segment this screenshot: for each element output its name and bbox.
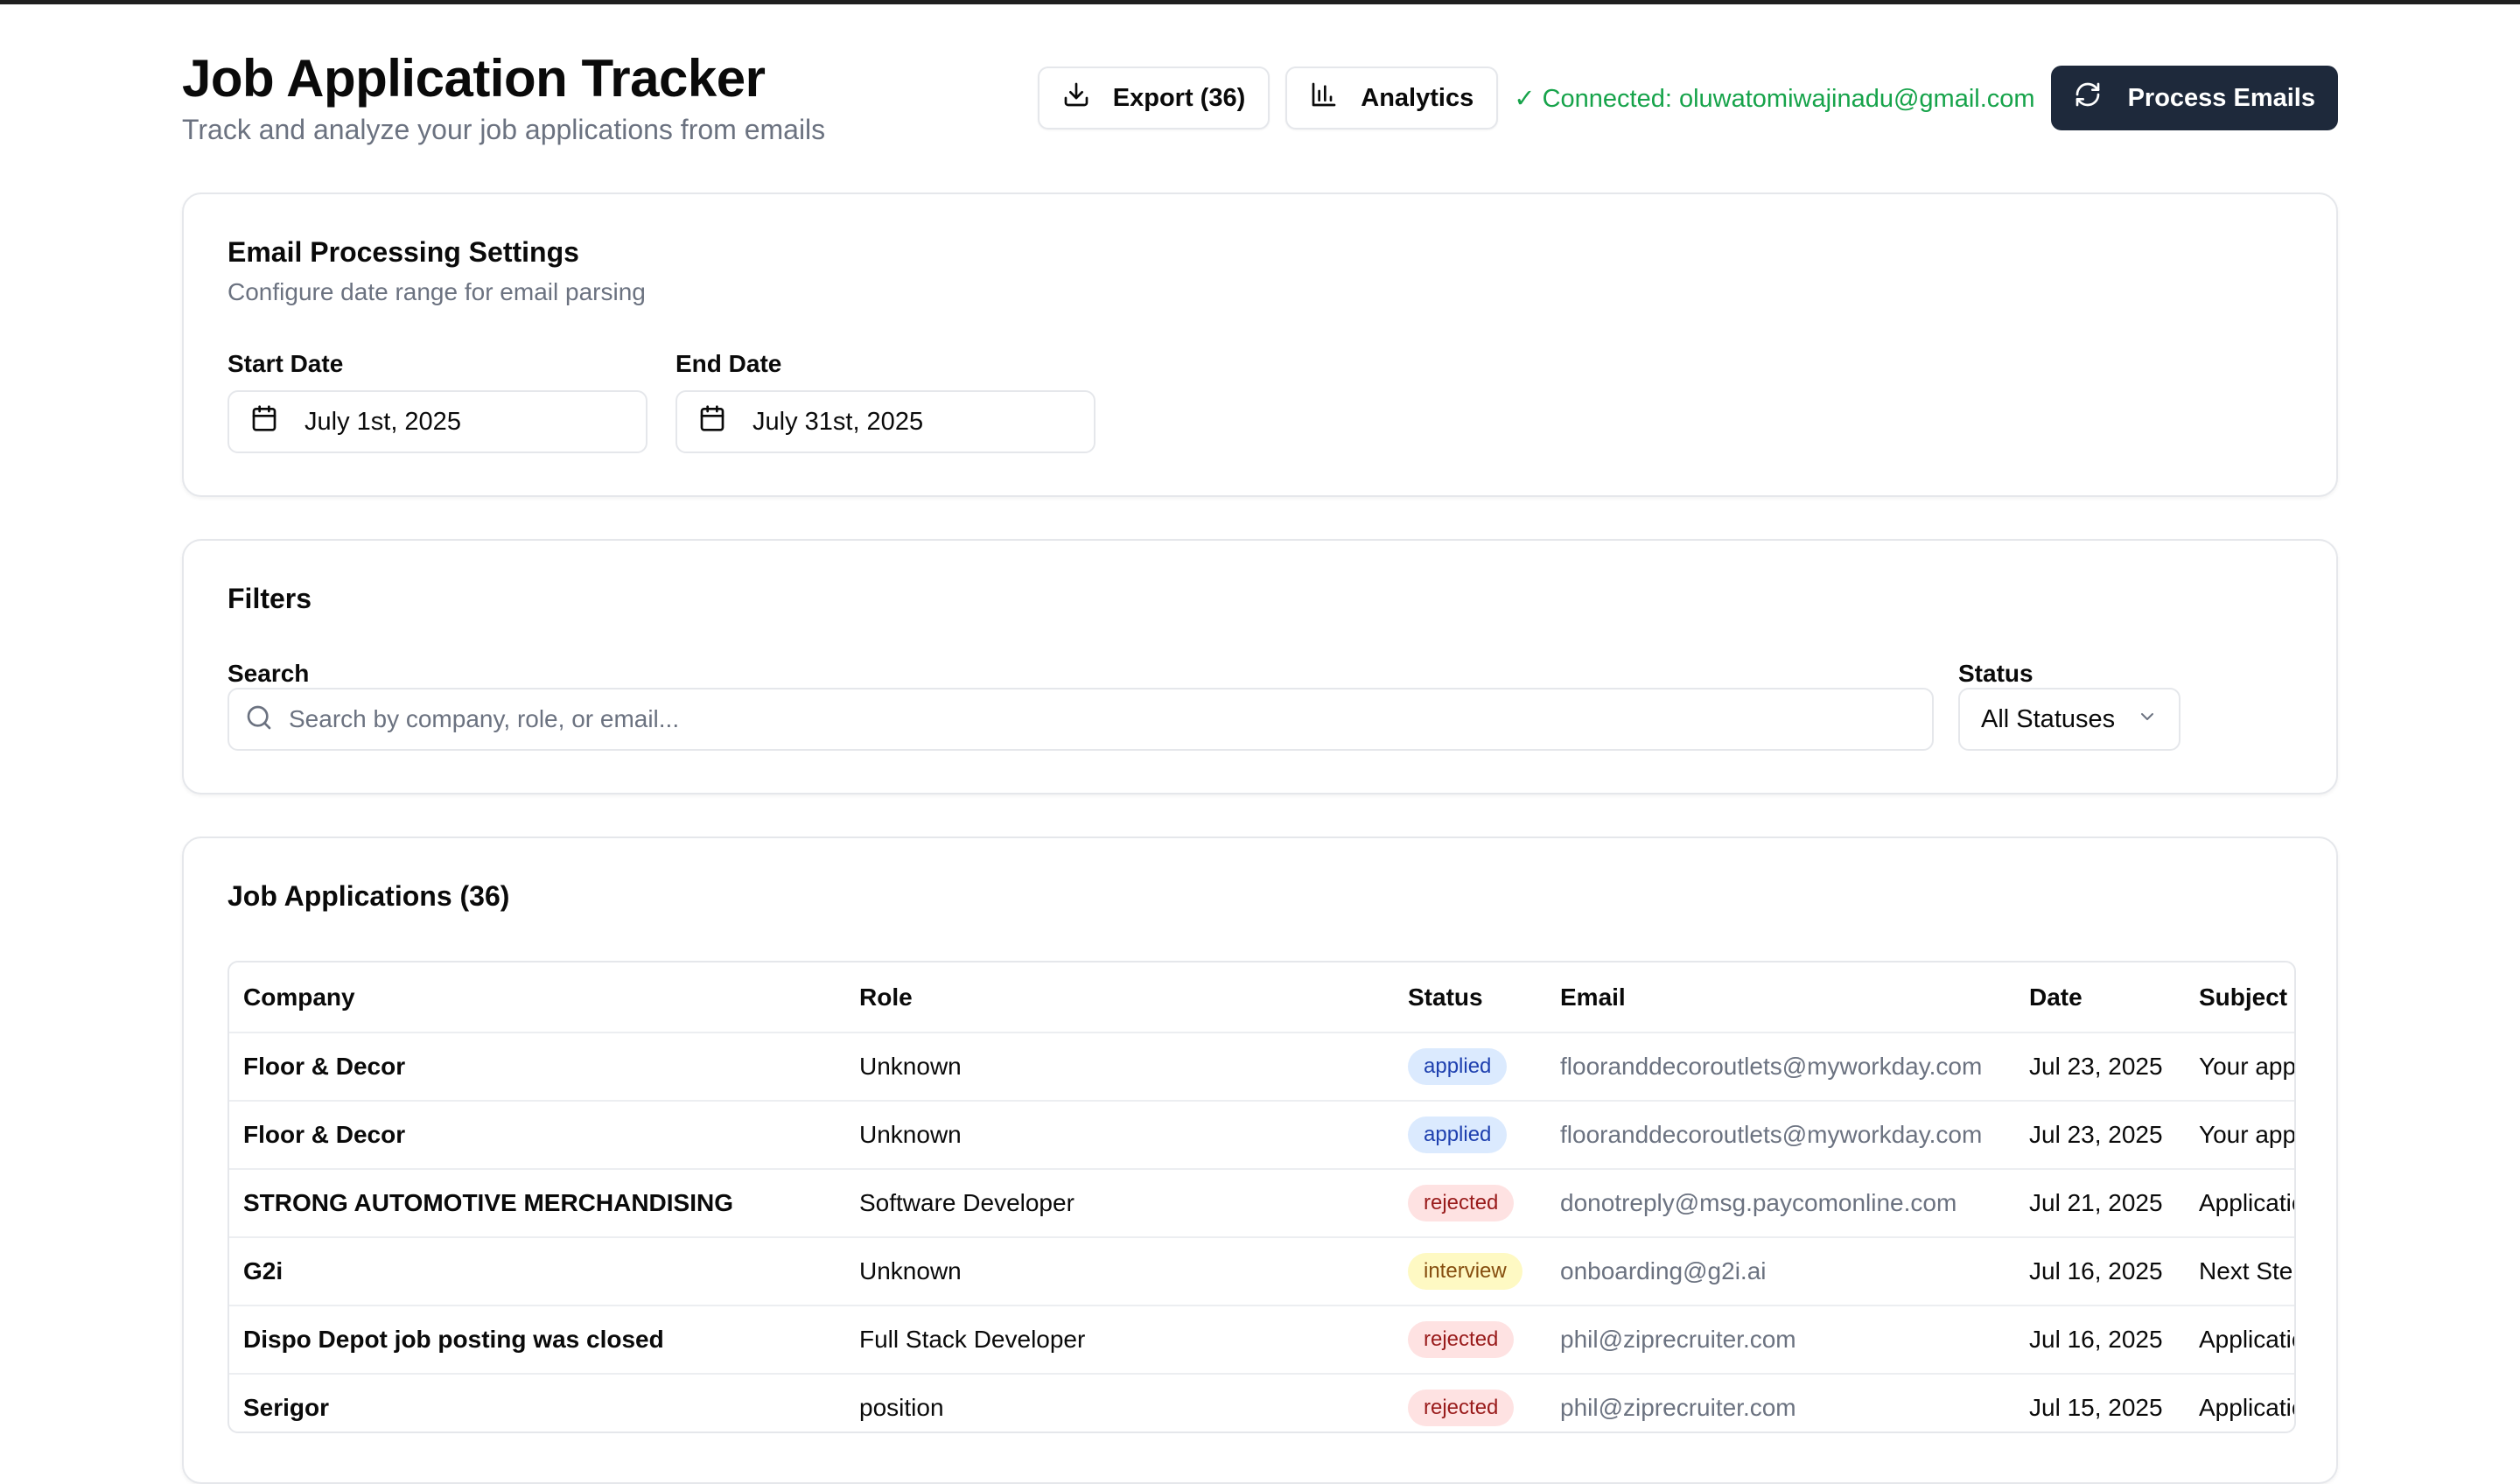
settings-description: Configure date range for email parsing [228,278,646,305]
table-row[interactable]: Floor & Decor Unknown applied floorandde… [229,1032,2294,1102]
cell-role: Software Developer [845,1169,1394,1238]
calendar-icon [698,404,726,439]
export-button[interactable]: Export (36) [1037,66,1270,130]
column-header-role[interactable]: Role [845,962,1394,1033]
calendar-icon [250,404,278,439]
cell-subject: Next Steps [2185,1237,2294,1306]
cell-role: Unknown [845,1237,1394,1306]
applications-table: Company Role Status Email Date Subject F… [229,962,2294,1432]
status-badge: interview [1408,1253,1522,1290]
cell-date: Jul 21, 2025 [2015,1169,2185,1238]
process-emails-button[interactable]: Process Emails [2050,66,2338,130]
bar-chart-icon [1310,80,1338,116]
cell-email: flooranddecoroutlets@myworkday.com [1546,1101,2015,1170]
cell-status: rejected [1394,1306,1546,1375]
table-row[interactable]: Floor & Decor Unknown applied floorandde… [229,1101,2294,1170]
end-date-picker[interactable]: July 31st, 2025 [676,390,1096,453]
cell-date: Jul 16, 2025 [2015,1237,2185,1306]
start-date-picker[interactable]: July 1st, 2025 [228,390,648,453]
status-badge: applied [1408,1048,1508,1085]
start-date-label: Start Date [228,350,344,377]
cell-role: Unknown [845,1032,1394,1102]
chevron-down-icon [2137,705,2158,734]
status-select-value: All Statuses [1981,704,2116,733]
status-badge: rejected [1408,1390,1515,1426]
status-badge: rejected [1408,1185,1515,1222]
cell-date: Jul 23, 2025 [2015,1101,2185,1170]
status-label: Status [1958,660,2034,687]
search-label: Search [228,660,310,687]
analytics-button[interactable]: Analytics [1285,66,1499,130]
cell-status: applied [1394,1101,1546,1170]
cell-company: Dispo Depot job posting was closed [229,1306,845,1375]
table-header-row: Company Role Status Email Date Subject [229,962,2294,1033]
cell-subject: Application [2185,1306,2294,1375]
applications-card: Job Applications (36) Company Role Statu… [182,836,2338,1484]
page: Job Application Tracker Track and analyz… [182,0,2338,1484]
cell-email: phil@ziprecruiter.com [1546,1374,2015,1432]
filters-card: Filters Search Status All Statuses [182,539,2338,794]
cell-date: Jul 23, 2025 [2015,1032,2185,1102]
search-field[interactable] [228,688,1934,751]
page-title: Job Application Tracker [182,49,766,108]
process-emails-label: Process Emails [2127,83,2315,112]
applications-table-container[interactable]: Company Role Status Email Date Subject F… [228,961,2296,1433]
filters-title: Filters [228,583,312,614]
column-header-status[interactable]: Status [1394,962,1546,1033]
search-icon [245,704,273,736]
cell-status: applied [1394,1032,1546,1102]
cell-company: Floor & Decor [229,1101,845,1170]
status-badge: rejected [1408,1321,1515,1358]
export-label: Export (36) [1112,83,1246,112]
applications-title: Job Applications (36) [228,880,510,912]
status-badge: applied [1408,1116,1508,1153]
analytics-label: Analytics [1361,83,1474,112]
end-date-value: July 31st, 2025 [752,407,924,436]
cell-date: Jul 16, 2025 [2015,1306,2185,1375]
page-subtitle: Track and analyze your job applications … [182,114,826,145]
cell-role: Full Stack Developer [845,1306,1394,1375]
refresh-icon [2074,80,2102,116]
cell-date: Jul 15, 2025 [2015,1374,2185,1432]
column-header-email[interactable]: Email [1546,962,2015,1033]
cell-company: STRONG AUTOMOTIVE MERCHANDISING [229,1169,845,1238]
table-row[interactable]: Serigor position rejected phil@ziprecrui… [229,1374,2294,1432]
status-select[interactable]: All Statuses [1958,688,2180,751]
connection-status: ✓ Connected: oluwatomiwajinadu@gmail.com [1514,84,2035,113]
cell-status: interview [1394,1237,1546,1306]
cell-role: position [845,1374,1394,1432]
settings-card: Email Processing Settings Configure date… [182,192,2338,497]
download-icon [1062,80,1090,116]
table-row[interactable]: G2i Unknown interview onboarding@g2i.ai … [229,1237,2294,1306]
cell-company: Floor & Decor [229,1032,845,1102]
table-row[interactable]: Dispo Depot job posting was closed Full … [229,1306,2294,1375]
page-header: Job Application Tracker Track and analyz… [182,49,2338,154]
cell-company: Serigor [229,1374,845,1432]
column-header-date[interactable]: Date [2015,962,2185,1033]
column-header-company[interactable]: Company [229,962,845,1033]
cell-status: rejected [1394,1374,1546,1432]
table-row[interactable]: STRONG AUTOMOTIVE MERCHANDISING Software… [229,1169,2294,1238]
end-date-label: End Date [676,350,782,377]
start-date-value: July 1st, 2025 [304,407,461,436]
cell-email: donotreply@msg.paycomonline.com [1546,1169,2015,1238]
cell-subject: Application [2185,1374,2294,1432]
cell-role: Unknown [845,1101,1394,1170]
cell-subject: Application [2185,1169,2294,1238]
search-input[interactable] [289,705,1864,733]
cell-company: G2i [229,1237,845,1306]
cell-email: onboarding@g2i.ai [1546,1237,2015,1306]
cell-email: phil@ziprecruiter.com [1546,1306,2015,1375]
cell-status: rejected [1394,1169,1546,1238]
cell-email: flooranddecoroutlets@myworkday.com [1546,1032,2015,1102]
header-actions: Export (36) Analytics ✓ Connected: oluwa… [1037,66,2338,130]
settings-title: Email Processing Settings [228,236,579,268]
cell-subject: Your application [2185,1101,2294,1170]
cell-subject: Your application [2185,1032,2294,1102]
column-header-subject[interactable]: Subject [2185,962,2294,1033]
